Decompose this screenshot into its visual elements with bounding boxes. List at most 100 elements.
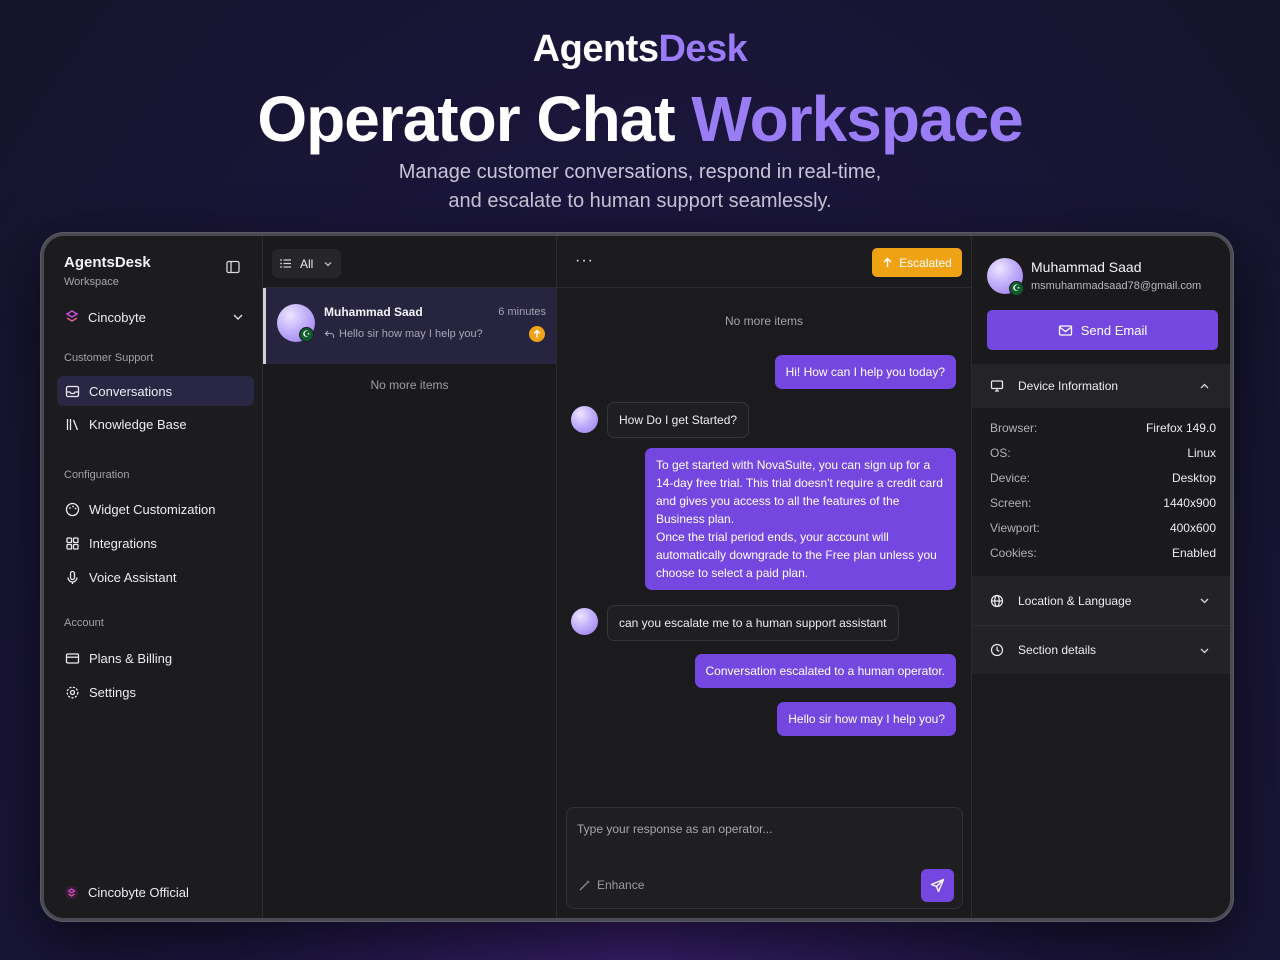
sidebar-item-label: Integrations	[89, 535, 157, 551]
device-frame: AgentsDesk Workspace Cincobyte Customer …	[40, 232, 1234, 922]
sidebar-item-conversations[interactable]: Conversations	[57, 376, 254, 406]
org-name: Cincobyte	[88, 309, 146, 325]
device-value: 400x600	[1169, 521, 1216, 535]
sidebar-item-settings[interactable]: Settings	[57, 677, 254, 707]
globe-icon	[990, 594, 1004, 607]
library-icon	[66, 418, 79, 430]
tagline-line-1: Manage customer conversations, respond i…	[398, 161, 882, 183]
enhance-button[interactable]: Enhance	[578, 878, 644, 892]
more-options-icon[interactable]: ···	[575, 252, 594, 270]
sidebar-item-widget-customization[interactable]: Widget Customization	[57, 494, 254, 524]
enhance-label: Enhance	[597, 878, 645, 892]
device-key: Device:	[990, 471, 1031, 485]
org-switcher[interactable]: Cincobyte	[56, 302, 252, 332]
sidebar-footer-account[interactable]: Cincobyte Official	[64, 885, 189, 900]
footer-label: Cincobyte Official	[88, 885, 189, 900]
composer-placeholder[interactable]: Type your response as an operator...	[577, 822, 772, 836]
section-title-account: Account	[64, 617, 104, 629]
accordion-label: Device Information	[1018, 379, 1119, 393]
send-email-label: Send Email	[1080, 322, 1148, 338]
device-row-screen: Screen: 1440x900	[990, 496, 1216, 510]
sidebar-item-knowledge-base[interactable]: Knowledge Base	[57, 409, 254, 439]
operator-message: To get started with NovaSuite, you can s…	[645, 448, 956, 590]
app-window: AgentsDesk Workspace Cincobyte Customer …	[44, 236, 1230, 918]
customer-details-panel: ☪ Muhammad Saad msmuhammadsaad78@gmail.c…	[972, 236, 1230, 918]
chevron-down-icon	[324, 261, 332, 266]
sidebar-item-integrations[interactable]: Integrations	[57, 528, 254, 558]
page-headline: Operator Chat Workspace	[0, 82, 1280, 156]
chat-panel: ··· Escalated No more items Hi! How can …	[557, 236, 972, 918]
device-value: 1440x900	[1163, 496, 1216, 510]
send-button[interactable]	[921, 869, 954, 902]
list-empty-label: No more items	[370, 378, 449, 392]
operator-message: Hi! How can I help you today?	[774, 355, 956, 389]
chevron-down-icon	[1200, 648, 1209, 653]
chat-header: ··· Escalated	[557, 236, 971, 288]
credit-card-icon	[65, 652, 80, 664]
message-composer[interactable]: Type your response as an operator... Enh…	[566, 807, 963, 909]
section-title-customer-support: Customer Support	[64, 352, 154, 364]
grid-icon	[66, 536, 79, 550]
device-row-browser: Browser: Firefox 149.0	[990, 421, 1216, 435]
device-information-accordion[interactable]: Device Information	[972, 364, 1230, 408]
device-key: OS:	[990, 446, 1011, 460]
reply-icon	[324, 330, 335, 338]
operator-message: Hello sir how may I help you?	[777, 702, 956, 736]
brand-logo: AgentsDesk	[0, 28, 1280, 71]
device-row-os: OS: Linux	[990, 446, 1216, 460]
org-logo-icon	[65, 310, 79, 322]
pakistan-flag-icon: ☪	[1009, 281, 1024, 296]
monitor-icon	[990, 380, 1004, 392]
escalated-label: Escalated	[899, 255, 952, 270]
conversation-item[interactable]: ☪ Muhammad Saad 6 minutes Hello sir how …	[263, 288, 556, 364]
section-title-configuration: Configuration	[64, 469, 130, 481]
pakistan-flag-icon: ☪	[299, 327, 314, 342]
tagline: Manage customer conversations, respond i…	[0, 158, 1280, 216]
sidebar-item-label: Widget Customization	[89, 501, 216, 517]
avatar	[571, 608, 598, 635]
device-key: Screen:	[990, 496, 1032, 510]
device-key: Viewport:	[990, 521, 1040, 535]
send-email-button[interactable]: Send Email	[987, 310, 1218, 350]
customer-name: Muhammad Saad	[1031, 259, 1142, 275]
sidebar-item-voice-assistant[interactable]: Voice Assistant	[57, 562, 254, 592]
chat-empty-label: No more items	[724, 314, 804, 328]
gear-icon	[66, 686, 79, 698]
user-message: How Do I get Started?	[607, 402, 750, 438]
escalated-badge	[529, 326, 545, 342]
chevron-down-icon	[233, 314, 243, 321]
brand-suffix: Desk	[658, 28, 748, 70]
headline-main: Operator Chat	[257, 83, 692, 155]
chevron-up-icon	[1200, 383, 1209, 388]
device-value: Desktop	[1171, 471, 1216, 485]
device-row-device: Device: Desktop	[990, 471, 1216, 485]
avatar	[571, 406, 598, 433]
device-key: Cookies:	[990, 546, 1037, 560]
send-icon	[930, 878, 945, 893]
device-value: Firefox 149.0	[1145, 421, 1216, 435]
escalated-button[interactable]: Escalated	[872, 248, 962, 277]
sidebar-item-label: Settings	[89, 684, 136, 700]
chevron-down-icon	[1200, 598, 1209, 604]
magic-wand-icon	[579, 879, 590, 890]
brand-prefix: Agents	[532, 28, 659, 70]
accordion-label: Location & Language	[1018, 593, 1132, 608]
operator-message: Conversation escalated to a human operat…	[694, 654, 956, 688]
conversation-name: Muhammad Saad	[324, 305, 423, 319]
conversation-list: All ☪ Muhammad Saad 6 minutes Hello sir …	[263, 236, 557, 918]
section-details-accordion[interactable]: Section details	[972, 626, 1230, 674]
inbox-icon	[65, 385, 80, 397]
sidebar-item-label: Knowledge Base	[89, 416, 187, 432]
sidebar-item-plans-billing[interactable]: Plans & Billing	[57, 643, 254, 673]
device-value: Linux	[1187, 446, 1216, 460]
palette-icon	[65, 502, 80, 516]
device-key: Browser:	[990, 421, 1038, 435]
tagline-line-2: and escalate to human support seamlessly…	[448, 190, 832, 212]
org-logo-icon	[65, 886, 78, 899]
arrow-up-icon	[883, 257, 892, 267]
sidebar: AgentsDesk Workspace Cincobyte Customer …	[44, 236, 263, 918]
location-language-accordion[interactable]: Location & Language	[972, 576, 1230, 625]
sidebar-toggle-icon[interactable]	[226, 260, 240, 274]
filter-dropdown[interactable]: All	[272, 249, 341, 278]
sidebar-item-label: Voice Assistant	[89, 569, 177, 585]
